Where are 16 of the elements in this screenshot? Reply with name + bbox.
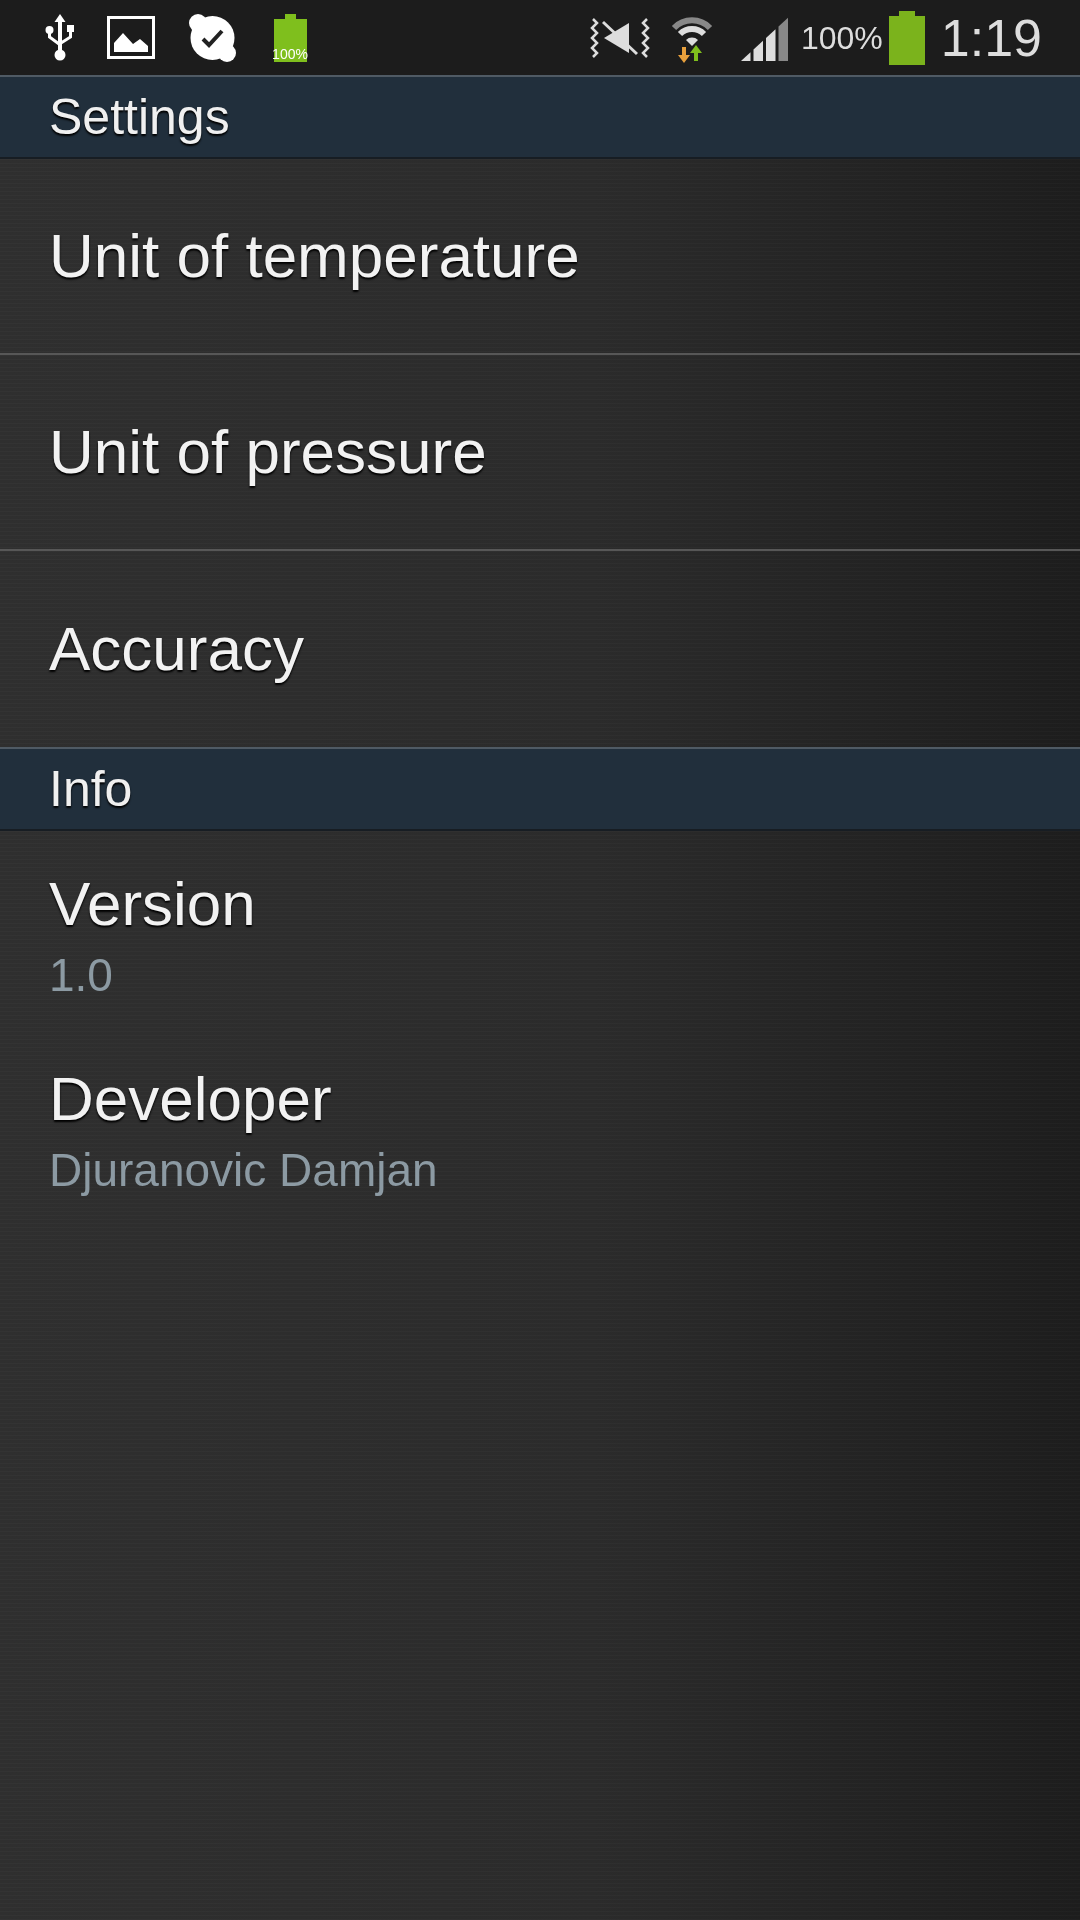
usb-icon (45, 14, 75, 61)
clock: 1:19 (940, 7, 1042, 68)
item-summary: Djuranovic Damjan (49, 1143, 438, 1198)
settings-item[interactable]: Accuracy (0, 551, 1080, 747)
battery-percent: 100% (800, 18, 883, 58)
item-summary: 1.0 (49, 948, 113, 1003)
settings-item[interactable]: Unit of pressure (0, 355, 1080, 551)
item-title: Developer (49, 1064, 332, 1134)
item-title: Version (49, 869, 256, 939)
section-header: Settings (0, 75, 1080, 159)
mute-vibrate-icon (588, 17, 651, 58)
settings-item[interactable]: Unit of temperature (0, 159, 1080, 355)
section-header: Info (0, 747, 1080, 831)
battery-icon (888, 10, 925, 65)
image-icon (107, 16, 155, 59)
check-bubble-icon (187, 12, 238, 63)
